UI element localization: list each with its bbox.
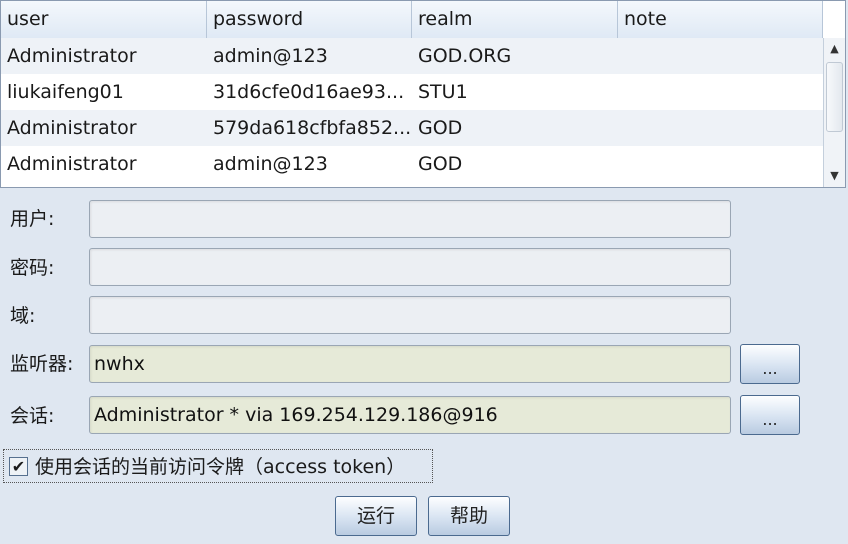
column-header-user[interactable]: user: [1, 1, 207, 38]
cell-realm: GOD: [418, 117, 463, 139]
realm-label: 域:: [10, 305, 36, 327]
scroll-down-icon[interactable]: ▼: [824, 165, 845, 187]
help-button[interactable]: 帮助: [428, 496, 510, 536]
cell-password: admin@123: [213, 45, 328, 67]
cell-user: Administrator: [7, 153, 137, 175]
use-token-label: 使用会话的当前访问令牌（access token）: [35, 456, 406, 478]
cell-realm: GOD.ORG: [418, 45, 512, 67]
session-field[interactable]: Administrator * via 169.254.129.186@916: [89, 396, 731, 434]
realm-field[interactable]: [89, 296, 731, 334]
table-row[interactable]: Administrator admin@123 GOD.ORG: [1, 38, 823, 74]
password-field[interactable]: [89, 248, 731, 286]
column-header-note[interactable]: note: [618, 1, 823, 38]
cell-user: Administrator: [7, 117, 137, 139]
table-scrollbar[interactable]: ▲ ▼: [823, 38, 845, 187]
table-row[interactable]: liukaifeng01 31d6cfe0d16ae93... STU1: [1, 74, 823, 110]
listener-field[interactable]: nwhx: [89, 345, 731, 383]
password-label: 密码:: [10, 257, 55, 279]
listener-browse-button[interactable]: ...: [740, 344, 800, 384]
scroll-up-icon[interactable]: ▲: [824, 38, 845, 60]
user-label: 用户:: [10, 208, 55, 230]
use-token-option[interactable]: ✔ 使用会话的当前访问令牌（access token）: [3, 449, 433, 483]
session-label: 会话:: [10, 405, 55, 427]
cell-password: 579da618cfbfa852...: [213, 117, 412, 139]
credentials-table: user password realm note Administrator a…: [0, 0, 846, 188]
session-browse-button[interactable]: ...: [740, 395, 800, 435]
cell-user: liukaifeng01: [7, 81, 124, 103]
cell-realm: STU1: [418, 81, 468, 103]
run-button[interactable]: 运行: [335, 496, 417, 536]
table-row[interactable]: Administrator 579da618cfbfa852... GOD: [1, 110, 823, 146]
column-header-password[interactable]: password: [207, 1, 412, 38]
table-header: user password realm note: [1, 1, 823, 39]
cell-note: [618, 146, 823, 182]
table-row[interactable]: Administrator admin@123 GOD: [1, 146, 823, 182]
table-body: Administrator admin@123 GOD.ORG liukaife…: [1, 38, 823, 182]
cell-note: [618, 38, 823, 74]
column-header-realm[interactable]: realm: [412, 1, 618, 38]
user-field[interactable]: [89, 200, 731, 238]
cell-realm: GOD: [418, 153, 463, 175]
scroll-thumb[interactable]: [826, 62, 843, 132]
cell-note: [618, 110, 823, 146]
cell-note: [618, 74, 823, 110]
cell-user: Administrator: [7, 45, 137, 67]
use-token-checkbox[interactable]: ✔: [9, 457, 28, 476]
cell-password: 31d6cfe0d16ae93...: [213, 81, 405, 103]
listener-label: 监听器:: [10, 353, 74, 375]
cell-password: admin@123: [213, 153, 328, 175]
